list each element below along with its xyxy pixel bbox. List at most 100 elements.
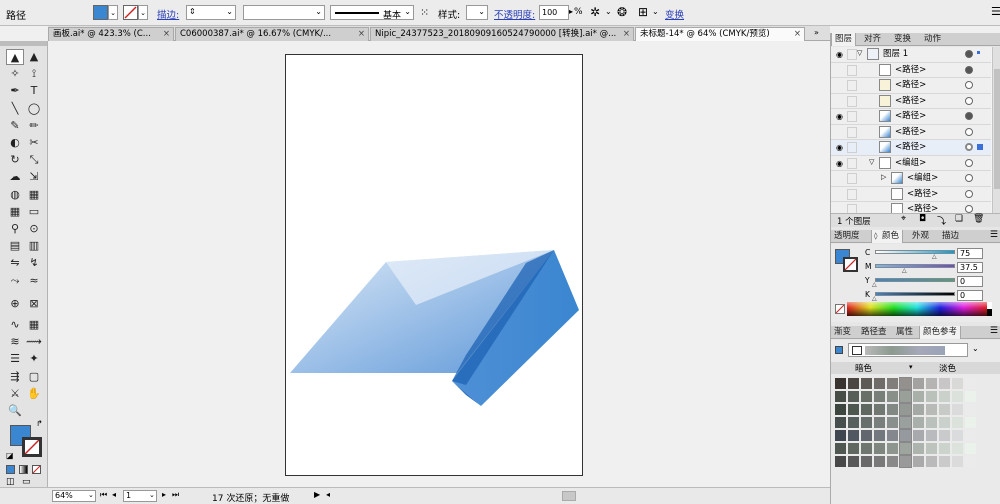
target-circle-icon[interactable]: [965, 174, 973, 182]
color-guide-swatch[interactable]: [939, 430, 950, 441]
color-guide-swatch[interactable]: [848, 430, 859, 441]
color-guide-swatch[interactable]: [926, 391, 937, 402]
scissors-tool-icon[interactable]: ✂: [25, 135, 43, 151]
visibility-eye-icon[interactable]: ◉: [834, 142, 845, 153]
color-guide-swatch[interactable]: [848, 404, 859, 415]
color-guide-swatch[interactable]: [965, 378, 976, 389]
sublayer-row[interactable]: <路径>: [831, 124, 991, 140]
sublayer-row[interactable]: <路径>: [831, 186, 991, 202]
transform-link[interactable]: 变换: [665, 7, 684, 21]
color-guide-swatch[interactable]: [887, 417, 898, 428]
type-tool-icon[interactable]: T: [25, 83, 43, 99]
color-guide-swatch[interactable]: [913, 443, 924, 454]
color-guide-swatch[interactable]: [952, 430, 963, 441]
color-guide-swatch[interactable]: [887, 430, 898, 441]
recolor-artwork-icon[interactable]: ✲: [590, 5, 600, 19]
recolor-chevron-icon[interactable]: ⌄: [605, 7, 612, 16]
color-panel-menu-icon[interactable]: ☰: [990, 230, 998, 240]
none-mode-icon[interactable]: [32, 465, 41, 474]
color-guide-swatch[interactable]: [965, 391, 976, 402]
channel-slider[interactable]: [875, 264, 955, 268]
visibility-eye-icon[interactable]: [834, 173, 845, 184]
delete-layer-icon[interactable]: 🗑: [973, 214, 984, 224]
selection-indicator[interactable]: [977, 144, 983, 150]
tab-gradient[interactable]: 渐变: [831, 326, 854, 339]
ellipse-tool-icon[interactable]: ◯: [25, 101, 43, 117]
selection-indicator[interactable]: [977, 51, 980, 54]
bloat-tool-icon[interactable]: ⇶: [6, 369, 24, 385]
color-guide-swatch[interactable]: [861, 456, 872, 467]
none-color-box[interactable]: [835, 304, 845, 314]
tab-overflow-icon[interactable]: »: [814, 28, 819, 37]
eraser-tool-icon[interactable]: ≈: [25, 273, 43, 289]
brush-definition-field[interactable]: 基本 ⌄: [330, 5, 414, 21]
color-guide-swatch[interactable]: [861, 430, 872, 441]
layer-row[interactable]: ◉ ▽ 图层 1: [831, 47, 991, 63]
stroke-color-box[interactable]: [22, 437, 42, 457]
color-guide-swatch[interactable]: [887, 378, 898, 389]
sublayer-row[interactable]: <路径>: [831, 93, 991, 109]
slider-handle-icon[interactable]: △: [872, 281, 877, 288]
channel-value-input[interactable]: 0: [957, 276, 983, 287]
rotate-tool-icon[interactable]: ↻: [6, 152, 24, 168]
visibility-eye-icon[interactable]: [834, 96, 845, 107]
pen-tool-icon[interactable]: ✒: [6, 83, 24, 99]
visibility-eye-icon[interactable]: ◉: [834, 49, 845, 60]
harmony-swatch[interactable]: [852, 346, 862, 355]
channel-value-input[interactable]: 0: [957, 290, 983, 301]
color-guide-swatch[interactable]: [926, 417, 937, 428]
color-guide-swatch[interactable]: [939, 404, 950, 415]
color-guide-swatch[interactable]: [861, 417, 872, 428]
color-guide-swatch[interactable]: [913, 417, 924, 428]
list-tool-icon[interactable]: ☰: [6, 351, 24, 367]
target-circle-icon[interactable]: [965, 143, 973, 151]
style-dropdown[interactable]: ⌄: [466, 5, 488, 20]
color-guide-swatch[interactable]: [887, 391, 898, 402]
tab-align[interactable]: 对齐: [861, 33, 884, 46]
lock-toggle[interactable]: [847, 157, 857, 169]
color-guide-swatch[interactable]: [899, 442, 912, 455]
visibility-eye-icon[interactable]: [834, 127, 845, 138]
tab-document-3[interactable]: Nipic_24377523_20180909160524790000 [转换]…: [370, 27, 634, 41]
slider-handle-icon[interactable]: △: [932, 253, 937, 260]
color-guide-swatch[interactable]: [861, 404, 872, 415]
target-circle-icon[interactable]: [965, 127, 973, 136]
visibility-eye-icon[interactable]: ◉: [834, 111, 845, 122]
color-guide-swatch[interactable]: [952, 391, 963, 402]
sublayer-row[interactable]: <路径>: [831, 62, 991, 78]
color-guide-swatch[interactable]: [848, 391, 859, 402]
color-guide-swatch[interactable]: [913, 456, 924, 467]
color-guide-swatch[interactable]: [835, 456, 846, 467]
harmony-chevron-icon[interactable]: ⌄: [972, 344, 979, 353]
fill-dropdown-chevron-icon[interactable]: ⌄: [108, 5, 118, 20]
visibility-eye-icon[interactable]: ◉: [834, 158, 845, 169]
sublayer-row[interactable]: ▷ <编组>: [831, 171, 991, 187]
paintbrush-tool-icon[interactable]: ✎: [6, 118, 24, 134]
target-circle-icon[interactable]: [965, 189, 973, 198]
lasso-tool-icon[interactable]: ⟟: [25, 66, 43, 82]
sublayer-row[interactable]: ◉ <路径>: [831, 140, 991, 156]
warp-tool-icon[interactable]: ☁: [6, 169, 24, 185]
target-circle-icon[interactable]: [965, 96, 973, 105]
artboard-tool-icon[interactable]: ↯: [25, 255, 43, 271]
color-guide-swatch[interactable]: [952, 417, 963, 428]
color-guide-swatch[interactable]: [874, 378, 885, 389]
sublayer-row[interactable]: ◉ ▽ <编组>: [831, 155, 991, 171]
swap-colors-icon[interactable]: ↱: [36, 419, 43, 428]
layers-scrollbar[interactable]: [992, 47, 1000, 224]
color-guide-swatch[interactable]: [952, 378, 963, 389]
black-swatch[interactable]: [987, 309, 992, 316]
expand-triangle-icon[interactable]: ▽: [857, 49, 862, 57]
lock-toggle[interactable]: [847, 173, 857, 184]
color-guide-swatch[interactable]: [952, 456, 963, 467]
expand-triangle-icon[interactable]: ▷: [881, 173, 886, 181]
tab-document-active[interactable]: 未标题-14* @ 64% (CMYK/预览) ×: [635, 27, 805, 41]
opacity-chevron-icon[interactable]: ▸: [569, 7, 573, 16]
tab-transparency[interactable]: 透明度: [831, 230, 863, 243]
lock-toggle[interactable]: [847, 49, 857, 60]
color-guide-swatch[interactable]: [965, 443, 976, 454]
warp-shape-tool-icon[interactable]: ⊠: [25, 296, 43, 312]
crosshair-tool-icon[interactable]: ⊕: [6, 296, 24, 312]
make-clip-mask-icon[interactable]: ◘: [919, 214, 926, 224]
tab-pathfinder[interactable]: 路径查: [858, 326, 890, 339]
